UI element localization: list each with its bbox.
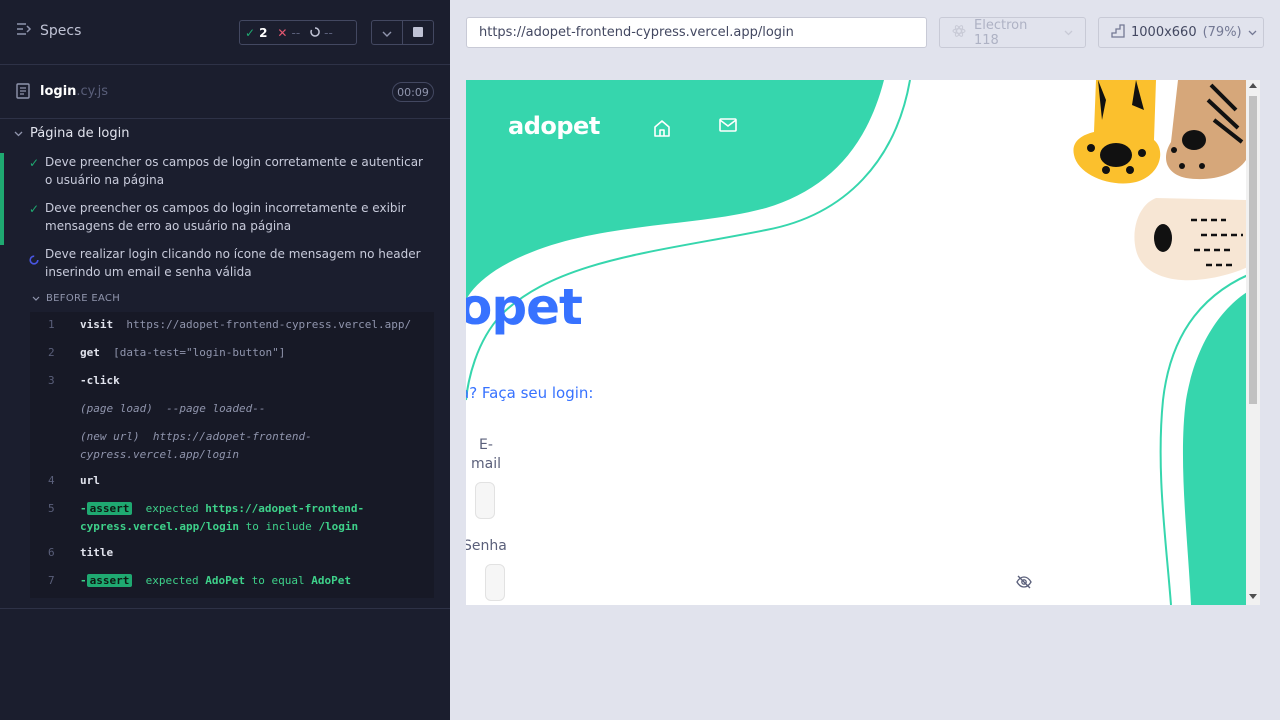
pass-indicator bbox=[0, 199, 4, 245]
scroll-thumb[interactable] bbox=[1249, 96, 1257, 404]
assert-badge: assert bbox=[86, 574, 133, 587]
stop-icon bbox=[413, 26, 424, 40]
viewport-selector[interactable]: 1000x660 (79%) bbox=[1098, 17, 1264, 48]
home-icon[interactable] bbox=[652, 118, 672, 142]
app-iframe: adopet opet a? Faça seu login: E-mail Se… bbox=[466, 80, 1260, 605]
reporter-header: Specs ✓ 2 ✕ -- -- bbox=[0, 0, 450, 65]
browser-name: Electron 118 bbox=[974, 17, 1028, 48]
document-icon bbox=[16, 83, 30, 103]
scroll-down-arrow[interactable] bbox=[1249, 594, 1257, 599]
test-title: Deve realizar login clicando no ícone de… bbox=[45, 247, 421, 279]
zoom-level: (79%) bbox=[1202, 25, 1242, 40]
expand-button[interactable] bbox=[372, 21, 402, 44]
reporter-panel: Specs ✓ 2 ✕ -- -- login.cy.js 00:09 Pági… bbox=[0, 0, 450, 720]
spec-file-name[interactable]: login.cy.js bbox=[40, 84, 108, 99]
hook-header[interactable]: BEFORE EACH bbox=[32, 293, 120, 304]
failed-count: ✕ -- bbox=[277, 25, 301, 40]
header-logo[interactable]: adopet bbox=[508, 112, 600, 140]
chevron-down-icon bbox=[382, 26, 392, 40]
specs-toggle[interactable]: Specs bbox=[16, 22, 81, 40]
login-prompt: a? Faça seu login: bbox=[466, 384, 594, 402]
browser-selector[interactable]: Electron 118 bbox=[939, 17, 1086, 48]
spinner-icon bbox=[29, 250, 39, 269]
test-title: Deve preencher os campos de login corret… bbox=[45, 155, 423, 187]
scroll-up-arrow[interactable] bbox=[1249, 83, 1257, 88]
pass-indicator bbox=[0, 153, 4, 199]
test-stats: ✓ 2 ✕ -- -- bbox=[239, 20, 357, 45]
eye-off-icon[interactable] bbox=[1016, 574, 1032, 593]
email-field[interactable] bbox=[475, 482, 495, 519]
chevron-down-icon bbox=[1064, 25, 1073, 40]
check-icon: ✓ bbox=[29, 202, 40, 216]
pending-icon bbox=[310, 26, 320, 40]
stop-button[interactable] bbox=[402, 21, 433, 44]
test-suite: Página de login ✓ Deve preencher os camp… bbox=[0, 119, 450, 609]
chevron-down-icon bbox=[1248, 25, 1257, 40]
email-label: E-mail bbox=[471, 437, 501, 472]
password-label: Senha bbox=[466, 538, 507, 554]
x-icon: ✕ bbox=[277, 25, 288, 40]
specs-label: Specs bbox=[40, 23, 82, 39]
command-log: 1 visit https://adopet-frontend-cypress.… bbox=[30, 312, 434, 598]
spec-duration: 00:09 bbox=[392, 82, 434, 102]
suite-title: Página de login bbox=[30, 126, 130, 141]
check-icon: ✓ bbox=[29, 156, 40, 170]
check-icon: ✓ bbox=[245, 25, 256, 40]
chevron-down-icon bbox=[14, 126, 23, 141]
test-title: Deve preencher os campos do login incorr… bbox=[45, 201, 406, 233]
passed-count: ✓ 2 bbox=[245, 25, 268, 40]
password-field[interactable] bbox=[485, 564, 505, 601]
url-bar[interactable]: https://adopet-frontend-cypress.vercel.a… bbox=[466, 17, 927, 48]
menu-icon bbox=[16, 22, 32, 40]
run-controls bbox=[371, 20, 434, 45]
pending-count: -- bbox=[305, 26, 338, 40]
viewport-size: 1000x660 bbox=[1131, 25, 1197, 40]
chevron-down-icon bbox=[32, 293, 40, 304]
scrollbar[interactable] bbox=[1246, 80, 1260, 605]
suite-header[interactable]: Página de login bbox=[14, 126, 129, 141]
hook-title: BEFORE EACH bbox=[46, 293, 121, 304]
mail-icon[interactable] bbox=[718, 116, 738, 138]
spec-file-row: login.cy.js 00:09 bbox=[0, 65, 450, 119]
page-logo: opet bbox=[466, 278, 583, 336]
ruler-icon bbox=[1111, 23, 1125, 42]
background-shapes bbox=[466, 80, 1260, 605]
electron-icon bbox=[952, 24, 966, 42]
assert-badge: assert bbox=[86, 502, 133, 515]
